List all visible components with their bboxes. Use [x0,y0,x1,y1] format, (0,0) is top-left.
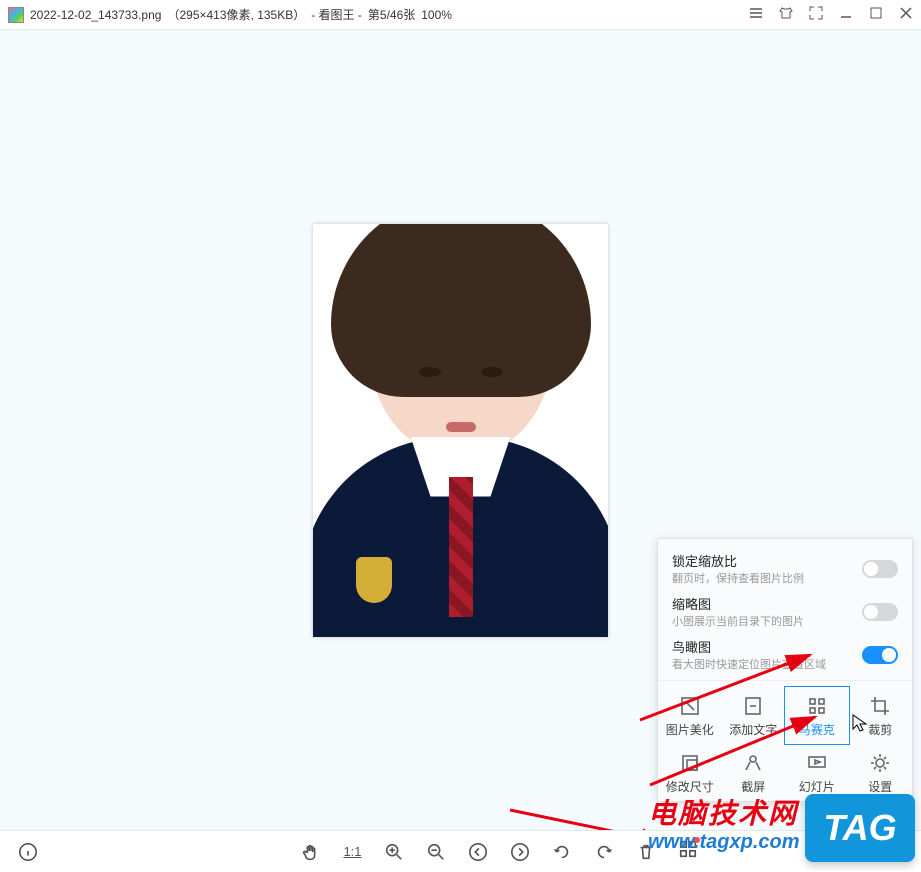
switch-icon[interactable] [862,603,898,621]
tshirt-icon[interactable] [779,6,793,23]
zoom-out-icon[interactable] [426,842,446,862]
tool-label: 设置 [868,778,892,795]
tool-label: 添加文字 [729,721,777,738]
rotate-left-icon[interactable] [552,842,572,862]
title-bar: 2022-12-02_143733.png （295×413像素, 135KB）… [0,0,921,30]
title-dimensions: （295×413像素, 135KB） [167,6,305,23]
minimize-icon[interactable] [839,6,853,23]
next-icon[interactable] [510,842,530,862]
watermark-url: www.tagxp.com [648,831,800,854]
app-icon [8,7,24,23]
title-filename: 2022-12-02_143733.png [30,8,161,22]
watermark-tag: TAG [805,794,915,862]
cursor-icon [852,714,868,734]
title-left: 2022-12-02_143733.png （295×413像素, 135KB）… [8,6,452,23]
toggle-subtitle: 小图展示当前目录下的图片 [672,613,804,629]
tool-settings[interactable]: 设置 [849,744,913,801]
prev-icon[interactable] [468,842,488,862]
tool-beautify[interactable]: 图片美化 [658,687,722,744]
zoom-in-icon[interactable] [384,842,404,862]
tool-label: 幻灯片 [799,778,835,795]
tool-label: 马赛克 [799,721,835,738]
info-icon[interactable] [18,842,38,862]
toggle-thumbnails[interactable]: 缩略图 小图展示当前目录下的图片 [658,588,912,631]
menu-icon[interactable] [749,6,763,23]
displayed-image [313,224,608,637]
tool-add-text[interactable]: 添加文字 [722,687,786,744]
tool-mosaic[interactable]: 马赛克 [784,686,850,745]
switch-icon[interactable] [862,646,898,664]
tools-popup-panel: 锁定缩放比 翻页时，保持查看图片比例 缩略图 小图展示当前目录下的图片 鸟瞰图 … [657,538,913,802]
title-position: 第5/46张 [368,6,415,23]
switch-icon[interactable] [862,560,898,578]
toggle-subtitle: 翻页时，保持查看图片比例 [672,570,804,586]
window-controls [749,6,913,23]
toggle-title: 鸟瞰图 [672,637,826,656]
maximize-icon[interactable] [869,6,883,23]
toggle-title: 缩略图 [672,594,804,613]
title-zoom: 100% [421,8,452,22]
rotate-right-icon[interactable] [594,842,614,862]
fullscreen-icon[interactable] [809,6,823,23]
close-icon[interactable] [899,6,913,23]
tool-label: 图片美化 [666,721,714,738]
toggle-lock-zoom[interactable]: 锁定缩放比 翻页时，保持查看图片比例 [658,545,912,588]
toggle-title: 锁定缩放比 [672,551,804,570]
watermark-text: 电脑技术网 [648,792,798,832]
tools-grid: 图片美化 添加文字 马赛克 裁剪 修改尺寸 截屏 幻灯片 设置 [658,687,912,801]
title-app: - 看图王 - [311,6,362,23]
toggle-birdview[interactable]: 鸟瞰图 看大图时快速定位图片查看区域 [658,631,912,674]
tool-label: 裁剪 [868,721,892,738]
zoom-ratio-button[interactable]: 1:1 [343,844,361,859]
hand-icon[interactable] [301,842,321,862]
toggle-subtitle: 看大图时快速定位图片查看区域 [672,656,826,672]
